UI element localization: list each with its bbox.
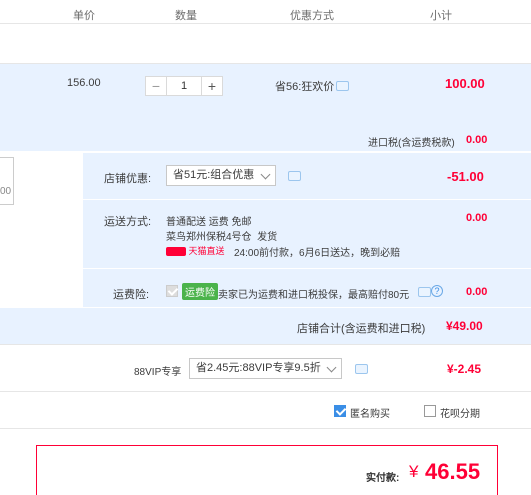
pay-label: 实付款: (366, 473, 400, 484)
vip-value: ¥-2.45 (447, 362, 482, 376)
vip-label: 88VIP专享 (134, 367, 182, 378)
tax-value: 0.00 (466, 134, 488, 146)
note-partial-text: 00 (0, 186, 12, 197)
tmall-direct-text: 天猫直送 (188, 246, 225, 256)
divider (0, 428, 531, 429)
shipping-warehouse-name: 菜鸟郑州保税4号仓 (166, 232, 252, 243)
shop-discount-label: 店铺优惠: (104, 173, 152, 185)
message-icon[interactable] (418, 287, 431, 297)
note-box-partial[interactable] (0, 157, 14, 205)
vip-select[interactable]: 省2.45元:88VIP专享9.5折 (189, 358, 342, 379)
tax-label: 进口税(含运费税款) (368, 138, 455, 149)
help-icon[interactable]: ? (431, 285, 443, 297)
shop-discount-value: -51.00 (447, 169, 484, 184)
insurance-text: 卖家已为运费和进口税投保，最高赔付80元 (218, 290, 410, 301)
divider (0, 391, 531, 392)
tmall-direct-badge: 天猫直送 (166, 244, 225, 257)
insurance-value: 0.00 (466, 286, 488, 298)
insurance-label: 运费险: (113, 289, 150, 301)
shipping-ship-text: 发货 (257, 232, 278, 243)
shop-discount-selected: 省51元:组合优惠 (173, 169, 255, 181)
message-icon[interactable] (355, 364, 368, 374)
pay-currency: ¥ (409, 462, 419, 481)
divider (0, 344, 531, 345)
shop-total-label: 店铺合计(含运费和进口税) (297, 323, 426, 335)
item-discount: 省56:狂欢价 (275, 81, 335, 93)
qty-plus-button[interactable]: + (201, 76, 223, 96)
shipping-warehouse: 菜鸟郑州保税4号仓 发货 (166, 228, 277, 243)
huabei-checkbox[interactable] (424, 405, 436, 417)
anonymous-label[interactable]: 匿名购买 (350, 405, 390, 420)
shop-discount-select[interactable]: 省51元:组合优惠 (166, 165, 276, 186)
qty-minus-button[interactable]: − (145, 76, 167, 96)
shipping-value: 0.00 (466, 212, 488, 224)
item-price: 156.00 (67, 77, 101, 89)
shipping-delivery: 24:00前付款，6月6日送达，晚到必赔 (234, 248, 401, 259)
message-icon[interactable] (336, 81, 349, 91)
pay-value: 46.55 (425, 459, 481, 484)
anonymous-checkbox[interactable] (334, 405, 346, 417)
header-discount: 优惠方式 (290, 10, 334, 22)
header-qty: 数量 (175, 10, 197, 22)
qty-input[interactable]: 1 (167, 76, 201, 96)
table-header: 单价 数量 优惠方式 小计 (0, 0, 531, 24)
shop-total-value: ¥49.00 (446, 319, 483, 333)
insurance-checkbox[interactable] (166, 285, 178, 297)
huabei-label[interactable]: 花呗分期 (440, 405, 480, 420)
shipping-label: 运送方式: (104, 216, 152, 228)
item-subtotal: 100.00 (445, 76, 485, 91)
insurance-badge: 运费险 (182, 283, 218, 300)
chevron-down-icon (260, 169, 271, 180)
chevron-down-icon (326, 362, 337, 373)
tmall-logo-icon (166, 247, 186, 257)
shipping-method: 普通配送 运费 免邮 (166, 217, 252, 228)
header-subtotal: 小计 (430, 10, 452, 22)
vip-selected: 省2.45元:88VIP专享9.5折 (196, 362, 321, 374)
header-price: 单价 (73, 10, 95, 22)
message-icon[interactable] (288, 171, 301, 181)
